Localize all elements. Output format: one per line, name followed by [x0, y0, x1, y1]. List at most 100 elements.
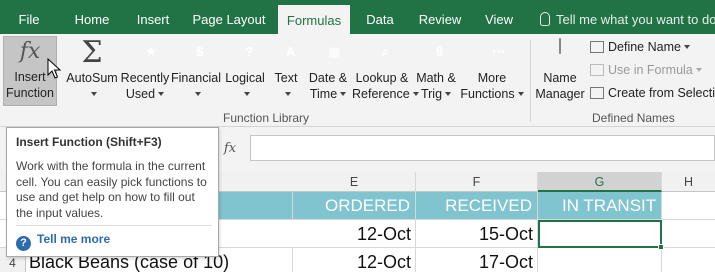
logical-label: Logical [225, 71, 265, 85]
chevron-down-icon [284, 92, 291, 96]
ribbon-tab-bar: File Home Insert Page Layout Formulas Da… [0, 0, 715, 34]
mouse-cursor-icon [47, 58, 61, 79]
sigma-icon: Σ [81, 35, 103, 70]
recently-used-label-2: Used [120, 86, 170, 102]
date-time-button[interactable]: ▦ Date & Time [304, 38, 352, 102]
text-label: Text [274, 71, 298, 85]
tab-formulas[interactable]: Formulas [278, 5, 350, 34]
recently-used-label: Recently [120, 71, 170, 85]
create-from-selection-button[interactable]: Create from Selection [590, 84, 715, 102]
cell-in-transit-row4[interactable] [538, 248, 662, 272]
name-manager-label-2: Manager [535, 87, 585, 101]
grid-icon [590, 87, 604, 99]
create-from-selection-label: Create from Selection [608, 86, 715, 100]
recently-used-button[interactable]: ★ Recently Used [120, 38, 170, 102]
tooltip-body: Work with the formula in the current cel… [16, 159, 207, 220]
function-library-group-label: Function Library [223, 111, 310, 125]
math-trig-button[interactable]: θ Math & Trig [412, 38, 460, 102]
header-cell-in-transit[interactable]: IN TRANSIT [538, 192, 662, 219]
chevron-down-icon [90, 92, 97, 96]
tag-icon [590, 41, 604, 53]
tell-me-more-label: Tell me more [37, 232, 111, 246]
column-header-f[interactable]: F [416, 172, 538, 192]
chevron-down-icon [683, 45, 690, 49]
formula-input[interactable] [250, 135, 715, 161]
coins-book-icon: $ [196, 44, 204, 59]
insert-function-tooltip: Insert Function (Shift+F3) Work with the… [6, 127, 219, 257]
chevron-down-icon [695, 68, 702, 72]
column-header-h[interactable]: H [662, 172, 715, 192]
theta-book-icon: θ [436, 44, 444, 59]
more-functions-label: More [477, 71, 507, 85]
defined-names-group-label: Defined Names [592, 111, 675, 125]
more-functions-button[interactable]: ⋯ More Functions [460, 38, 524, 102]
star-book-icon: ★ [145, 44, 157, 59]
header-cell-ordered[interactable]: ORDERED [293, 192, 416, 219]
date-time-label: Date & [308, 71, 348, 85]
more-functions-label-2: Functions [460, 86, 524, 102]
tell-me-text: Tell me what you want to do... [556, 12, 715, 27]
ribbon: fx Insert Function Σ AutoSum ★ Recently … [0, 34, 715, 127]
fx-icon: fx [19, 39, 41, 64]
active-cell-selection[interactable] [538, 220, 662, 248]
chevron-down-icon [158, 92, 165, 96]
cell-ordered-row3[interactable]: 12-Oct [293, 220, 416, 247]
tab-home[interactable]: Home [62, 0, 122, 34]
tab-page-layout[interactable]: Page Layout [184, 0, 274, 34]
tell-me-more-link[interactable]: ? Tell me more [16, 232, 110, 251]
name-tag-icon [545, 38, 575, 68]
financial-button[interactable]: $ Financial [170, 38, 222, 102]
fx-small-icon [590, 64, 604, 76]
fill-handle[interactable] [658, 244, 664, 250]
use-in-formula-label: Use in Formula [608, 63, 693, 77]
tab-data[interactable]: Data [354, 0, 406, 34]
math-trig-label: Math & [416, 71, 456, 85]
define-name-label: Define Name [608, 40, 681, 54]
group-separator [530, 40, 531, 122]
magnifier-book-icon: ⌕ [382, 44, 390, 59]
text-book-icon: A [286, 44, 296, 59]
cell-ordered-row4[interactable]: 12-Oct [293, 248, 416, 272]
financial-dropdown [170, 86, 222, 102]
chevron-down-icon [340, 92, 347, 96]
logical-button[interactable]: ? Logical [222, 38, 268, 102]
chevron-down-icon [243, 92, 250, 96]
insert-function-label-2: Function [6, 86, 54, 100]
tab-file[interactable]: File [0, 0, 58, 34]
financial-label: Financial [170, 71, 222, 85]
column-header-g[interactable]: G [538, 172, 662, 192]
chevron-down-icon [194, 92, 201, 96]
text-dropdown [268, 86, 304, 102]
chevron-down-icon [517, 92, 524, 96]
tab-review[interactable]: Review [410, 0, 470, 34]
cell-received-row3[interactable]: 15-Oct [416, 220, 538, 247]
name-manager-label: Name [543, 71, 577, 85]
calendar-book-icon: ▦ [328, 44, 341, 59]
tab-insert[interactable]: Insert [124, 0, 182, 34]
column-header-e[interactable]: E [293, 172, 416, 192]
lookup-reference-button[interactable]: ⌕ Lookup & Reference [352, 38, 419, 102]
help-icon: ? [16, 236, 31, 251]
header-cell-received[interactable]: RECEIVED [416, 192, 538, 219]
lightbulb-icon [540, 12, 550, 26]
tell-me-search[interactable]: Tell me what you want to do... [540, 0, 715, 34]
autosum-button[interactable]: Σ AutoSum [64, 38, 120, 102]
lookup-reference-label-2: Reference [352, 86, 419, 102]
cell-received-row4[interactable]: 17-Oct [416, 248, 538, 272]
math-trig-label-2: Trig [412, 86, 460, 102]
insert-function-fx-button[interactable]: fx [218, 139, 242, 159]
more-book-icon: ⋯ [492, 44, 505, 59]
header-cell-d[interactable] [219, 192, 293, 219]
name-manager-button[interactable]: Name Manager [534, 38, 586, 102]
autosum-label: AutoSum [66, 71, 118, 85]
date-time-label-2: Time [304, 86, 352, 102]
chevron-down-icon [445, 92, 452, 96]
lookup-reference-label: Lookup & [355, 71, 409, 85]
define-name-button[interactable]: Define Name [590, 38, 690, 56]
tooltip-title: Insert Function (Shift+F3) [16, 135, 162, 149]
use-in-formula-button[interactable]: Use in Formula [590, 61, 702, 79]
text-button[interactable]: A Text [268, 38, 304, 102]
tooltip-divider [16, 225, 212, 226]
logical-dropdown [222, 86, 268, 102]
tab-view[interactable]: View [474, 0, 524, 34]
